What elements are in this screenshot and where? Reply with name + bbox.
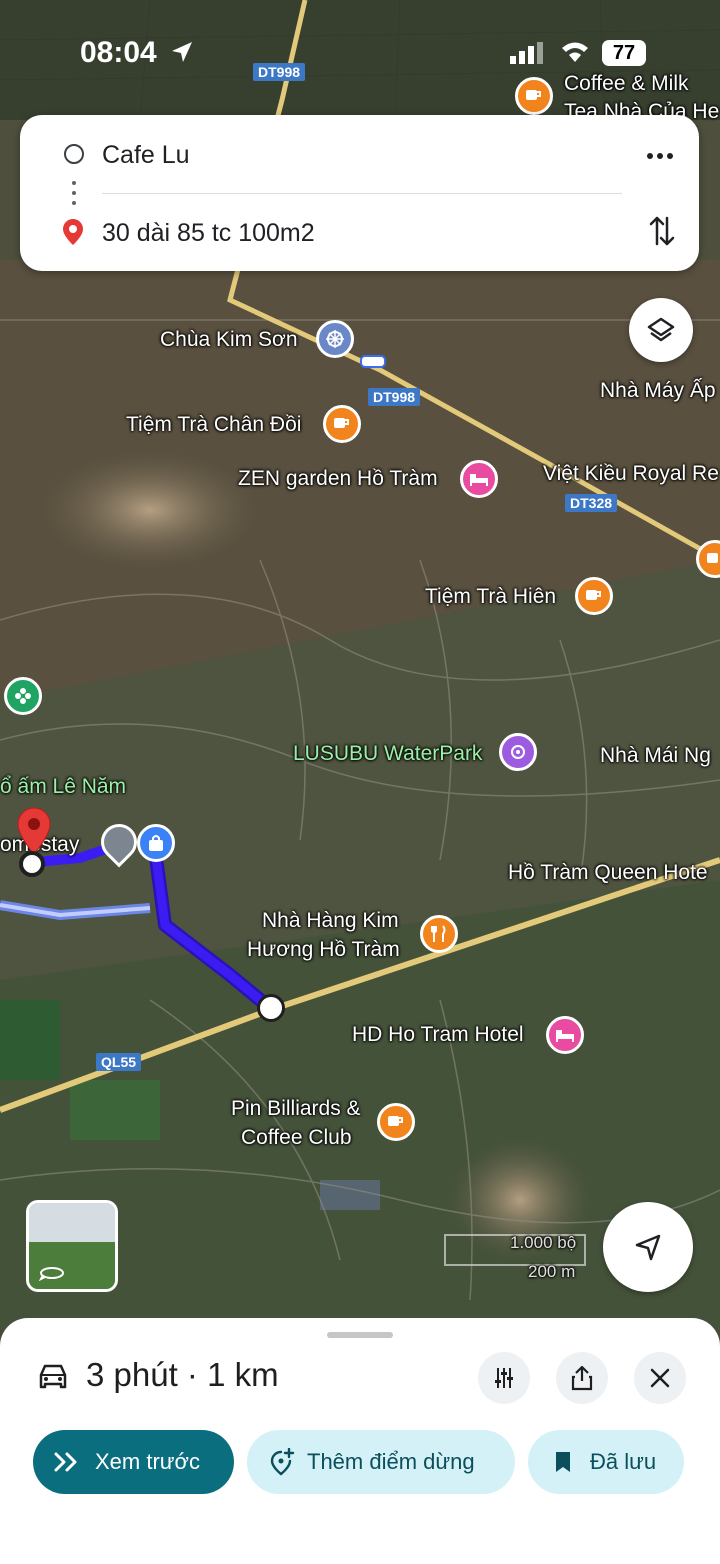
road-label: DT998 <box>253 63 306 81</box>
origin-field[interactable]: Cafe Lu <box>102 141 190 170</box>
share-button[interactable] <box>556 1352 608 1404</box>
share-icon <box>571 1365 593 1391</box>
hotel-pin[interactable] <box>460 460 498 498</box>
bottom-sheet: 3 phút · 1 km Xem trước Thêm điểm dừng Đ… <box>0 1318 720 1564</box>
place-label[interactable]: Hương Hồ Tràm <box>247 938 400 962</box>
coffee-pin[interactable] <box>575 577 613 615</box>
layers-button[interactable] <box>629 298 693 362</box>
flower-icon <box>15 688 31 704</box>
bed-icon <box>556 1030 574 1042</box>
car-icon <box>39 1364 67 1389</box>
hotel-pin[interactable] <box>546 1016 584 1054</box>
place-label[interactable]: Nhà Hàng Kim <box>262 909 399 933</box>
fork-knife-icon <box>431 925 446 942</box>
destination-pin-icon <box>63 219 83 245</box>
add-location-icon <box>270 1448 295 1476</box>
drag-handle[interactable] <box>327 1332 393 1338</box>
add-stop-button[interactable]: Thêm điểm dừng <box>247 1430 515 1494</box>
street-view-thumbnail[interactable] <box>26 1200 118 1292</box>
place-label[interactable]: Coffee Club <box>241 1126 352 1150</box>
directions-card: Cafe Lu 30 dài 85 tc 100m2 <box>20 115 699 271</box>
swap-button[interactable] <box>644 211 680 251</box>
bed-icon <box>470 474 488 486</box>
saved-label: Đã lưu <box>590 1449 657 1474</box>
place-label[interactable]: Coffee & Milk <box>564 72 689 96</box>
place-label[interactable]: Nhà Mái Ng <box>600 744 711 768</box>
bookmark-icon <box>556 1452 570 1472</box>
place-label[interactable]: Nhà Máy Ấp <box>600 379 716 403</box>
close-icon <box>650 1368 670 1388</box>
place-label[interactable]: Tiệm Trà Hiên <box>425 585 556 609</box>
road-label: DT328 <box>565 494 618 512</box>
close-button[interactable] <box>634 1352 686 1404</box>
layers-icon <box>647 317 675 342</box>
coffee-cup-icon <box>586 590 601 600</box>
navigation-arrow-icon <box>635 1234 661 1261</box>
attraction-icon <box>511 745 525 759</box>
place-label[interactable]: LUSUBU WaterPark <box>293 742 482 766</box>
route-end-marker <box>19 851 45 877</box>
scale-bar-meters: 200 m <box>528 1262 576 1281</box>
status-time: 08:04 <box>80 36 157 69</box>
road-label: QL55 <box>96 1053 142 1071</box>
transit-marker <box>360 355 386 368</box>
eta-summary: 3 phút · 1 km <box>86 1356 279 1393</box>
battery-indicator: 77 <box>602 40 646 66</box>
place-label[interactable]: Hồ Tràm Queen Hote <box>508 861 708 885</box>
temple-pin[interactable] <box>316 320 354 358</box>
route-dots-icon <box>72 181 76 205</box>
coffee-pin[interactable] <box>323 405 361 443</box>
wifi-icon <box>562 42 588 62</box>
coffee-pin[interactable] <box>515 77 553 115</box>
signal-icon <box>510 42 543 64</box>
place-label[interactable]: Chùa Kim Sơn <box>160 328 298 352</box>
location-arrow-icon <box>172 42 192 62</box>
place-label[interactable]: Tiệm Trà Chân Đồi <box>126 413 301 437</box>
coffee-cup-icon <box>388 1116 403 1126</box>
more-vert-icon <box>647 153 673 159</box>
preview-button[interactable]: Xem trước <box>33 1430 234 1494</box>
place-label[interactable]: HD Ho Tram Hotel <box>352 1023 524 1047</box>
place-label[interactable]: Việt Kiều Royal Re <box>543 462 719 486</box>
saved-button[interactable]: Đã lưu <box>528 1430 684 1494</box>
rotate-360-icon <box>39 1267 64 1281</box>
coffee-cup-icon <box>334 418 349 428</box>
road-label: DT998 <box>368 388 421 406</box>
route-start-marker <box>257 994 285 1022</box>
place-label[interactable]: ZEN garden Hồ Tràm <box>238 467 438 491</box>
add-stop-label: Thêm điểm dừng <box>307 1449 475 1474</box>
waterpark-pin[interactable] <box>499 733 537 771</box>
park-pin[interactable] <box>4 677 42 715</box>
tune-icon <box>495 1368 513 1388</box>
route-options-button[interactable] <box>478 1352 530 1404</box>
divider <box>102 193 622 194</box>
preview-label: Xem trước <box>95 1449 200 1474</box>
more-options-button[interactable] <box>640 141 680 171</box>
dharma-wheel-icon <box>326 330 344 348</box>
origin-circle-icon <box>64 144 84 164</box>
swap-icon <box>649 216 675 246</box>
scale-bar-feet: 1.000 bộ <box>510 1233 577 1252</box>
place-label[interactable]: Pin Billiards & <box>231 1097 361 1121</box>
my-location-button[interactable] <box>603 1202 693 1292</box>
coffee-cup-icon <box>707 553 718 563</box>
restaurant-pin[interactable] <box>420 915 458 953</box>
double-chevron-icon <box>54 1452 77 1472</box>
coffee-cup-icon <box>526 90 541 100</box>
destination-field[interactable]: 30 dài 85 tc 100m2 <box>102 219 315 248</box>
shopping-pin[interactable] <box>137 824 175 862</box>
place-label[interactable]: ổ ấm Lê Năm <box>0 775 126 799</box>
coffee-pin[interactable] <box>377 1103 415 1141</box>
shopping-bag-icon <box>149 835 163 851</box>
